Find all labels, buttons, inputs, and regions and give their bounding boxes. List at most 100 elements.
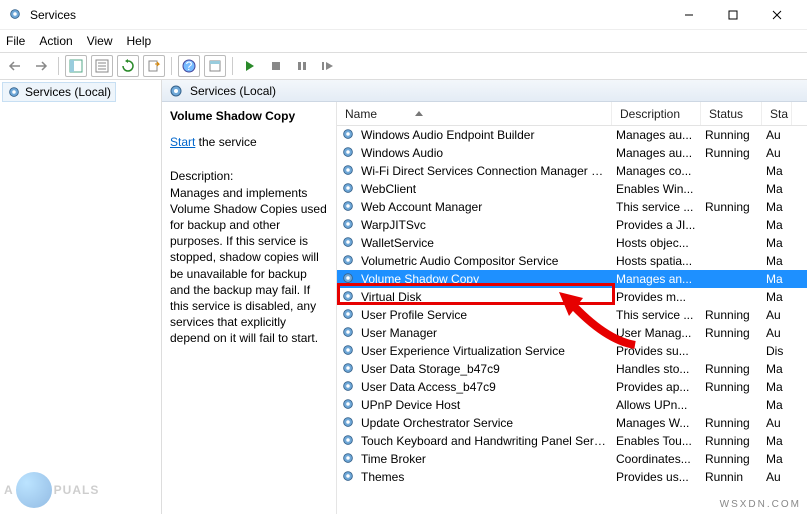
service-row[interactable]: Volume Shadow CopyManages an...Ma <box>337 270 807 288</box>
column-description[interactable]: Description <box>612 102 701 125</box>
service-name: WebClient <box>357 182 612 196</box>
column-status[interactable]: Status <box>701 102 762 125</box>
selected-service-title: Volume Shadow Copy <box>170 108 328 124</box>
service-row[interactable]: Web Account ManagerThis service ...Runni… <box>337 198 807 216</box>
service-status: Running <box>701 326 762 340</box>
service-startup: Ma <box>762 236 792 250</box>
menu-help[interactable]: Help <box>127 34 152 48</box>
service-row[interactable]: User Data Storage_b47c9Handles sto...Run… <box>337 360 807 378</box>
service-row[interactable]: WebClientEnables Win...Ma <box>337 180 807 198</box>
service-name: Volume Shadow Copy <box>357 272 612 286</box>
separator <box>171 57 172 75</box>
service-description: Handles sto... <box>612 362 701 376</box>
service-row[interactable]: Update Orchestrator ServiceManages W...R… <box>337 414 807 432</box>
service-startup: Au <box>762 326 792 340</box>
gear-icon <box>341 379 357 395</box>
service-row[interactable]: ThemesProvides us...RunninAu <box>337 468 807 486</box>
gear-icon <box>341 253 357 269</box>
service-description: This service ... <box>612 200 701 214</box>
export-button[interactable] <box>143 55 165 77</box>
minimize-button[interactable] <box>667 1 711 29</box>
service-name: Virtual Disk <box>357 290 612 304</box>
properties-button[interactable] <box>204 55 226 77</box>
service-row[interactable]: Virtual DiskProvides m...Ma <box>337 288 807 306</box>
service-name: User Profile Service <box>357 308 612 322</box>
window-controls <box>667 1 799 29</box>
service-startup: Ma <box>762 272 792 286</box>
service-row[interactable]: Volumetric Audio Compositor ServiceHosts… <box>337 252 807 270</box>
service-name: WalletService <box>357 236 612 250</box>
service-status: Runnin <box>701 470 762 484</box>
gear-icon <box>341 469 357 485</box>
service-status: Running <box>701 128 762 142</box>
description-header: Description: <box>170 168 328 184</box>
service-startup: Ma <box>762 380 792 394</box>
back-button[interactable] <box>4 55 26 77</box>
forward-button[interactable] <box>30 55 52 77</box>
pause-service-button[interactable] <box>291 55 313 77</box>
service-status: Running <box>701 452 762 466</box>
tree-pane[interactable]: Services (Local) <box>0 80 162 514</box>
title-bar: Services <box>0 0 807 30</box>
service-row[interactable]: Windows AudioManages au...RunningAu <box>337 144 807 162</box>
service-row[interactable]: User ManagerUser Manag...RunningAu <box>337 324 807 342</box>
service-list[interactable]: Windows Audio Endpoint BuilderManages au… <box>337 126 807 514</box>
service-startup: Ma <box>762 290 792 304</box>
start-link[interactable]: Start <box>170 135 195 149</box>
gear-icon <box>341 307 357 323</box>
service-row[interactable]: User Experience Virtualization ServicePr… <box>337 342 807 360</box>
service-description: Provides ap... <box>612 380 701 394</box>
service-status: Running <box>701 146 762 160</box>
separator <box>232 57 233 75</box>
gear-icon <box>341 451 357 467</box>
service-startup: Ma <box>762 398 792 412</box>
service-row[interactable]: Time BrokerCoordinates...RunningMa <box>337 450 807 468</box>
service-row[interactable]: WarpJITSvcProvides a JI...Ma <box>337 216 807 234</box>
column-name[interactable]: Name <box>337 102 612 125</box>
service-startup: Ma <box>762 362 792 376</box>
service-description: Manages co... <box>612 164 701 178</box>
start-service-button[interactable] <box>239 55 261 77</box>
service-name: WarpJITSvc <box>357 218 612 232</box>
service-startup: Ma <box>762 218 792 232</box>
menu-file[interactable]: File <box>6 34 25 48</box>
restart-service-button[interactable] <box>317 55 339 77</box>
close-button[interactable] <box>755 1 799 29</box>
stop-service-button[interactable] <box>265 55 287 77</box>
gear-icon <box>341 433 357 449</box>
gear-icon <box>341 271 357 287</box>
service-status: Running <box>701 416 762 430</box>
service-startup: Ma <box>762 452 792 466</box>
service-startup: Au <box>762 470 792 484</box>
list-wrap: Name Description Status Sta Windows Audi… <box>337 102 807 514</box>
service-status: Running <box>701 200 762 214</box>
menu-view[interactable]: View <box>87 34 113 48</box>
show-hide-tree-button[interactable] <box>65 55 87 77</box>
gear-icon <box>341 199 357 215</box>
service-startup: Ma <box>762 434 792 448</box>
svg-text:?: ? <box>186 59 193 73</box>
gear-icon <box>341 235 357 251</box>
service-description: Manages au... <box>612 128 701 142</box>
service-row[interactable]: WalletServiceHosts objec... Ma <box>337 234 807 252</box>
gear-icon <box>341 181 357 197</box>
refresh-button[interactable] <box>117 55 139 77</box>
tree-node-services-local[interactable]: Services (Local) <box>2 82 116 102</box>
service-row[interactable]: Touch Keyboard and Handwriting Panel Ser… <box>337 432 807 450</box>
service-row[interactable]: Windows Audio Endpoint BuilderManages au… <box>337 126 807 144</box>
service-name: Volumetric Audio Compositor Service <box>357 254 612 268</box>
service-startup: Ma <box>762 200 792 214</box>
service-row[interactable]: User Profile ServiceThis service ...Runn… <box>337 306 807 324</box>
help-button[interactable]: ? <box>178 55 200 77</box>
menu-action[interactable]: Action <box>39 34 72 48</box>
details-button[interactable] <box>91 55 113 77</box>
service-row[interactable]: UPnP Device HostAllows UPn...Ma <box>337 396 807 414</box>
tree-node-label: Services (Local) <box>25 85 111 99</box>
service-description: Hosts objec... <box>612 236 701 250</box>
service-name: User Manager <box>357 326 612 340</box>
column-startup[interactable]: Sta <box>762 102 792 125</box>
service-description: Provides su... <box>612 344 701 358</box>
maximize-button[interactable] <box>711 1 755 29</box>
service-row[interactable]: User Data Access_b47c9Provides ap...Runn… <box>337 378 807 396</box>
service-row[interactable]: Wi-Fi Direct Services Connection Manager… <box>337 162 807 180</box>
